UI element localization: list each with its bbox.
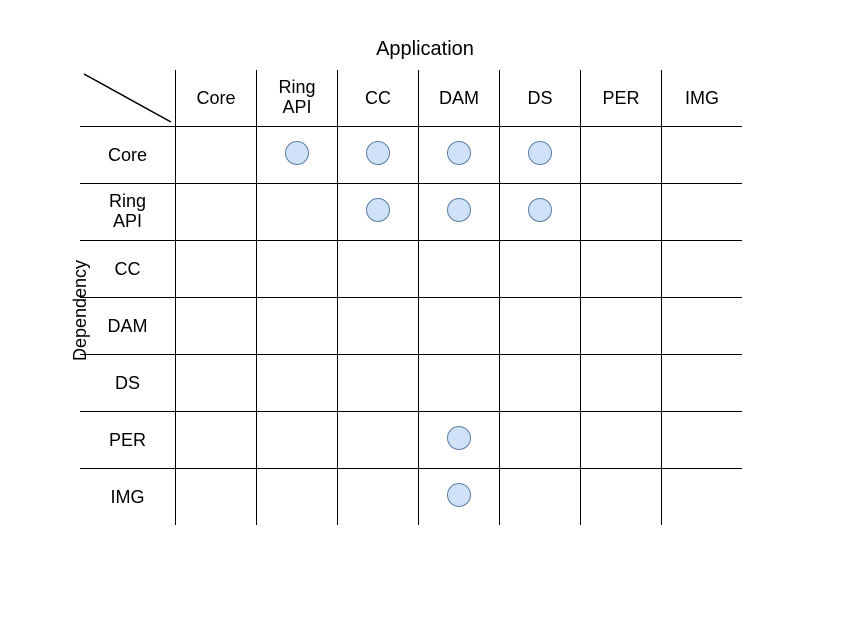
table-row: CC — [80, 241, 742, 298]
matrix-table: Core RingAPI CC DAM DS PER IMG CoreRingA… — [80, 70, 742, 525]
matrix-cell — [662, 184, 743, 241]
row-header: PER — [80, 412, 176, 469]
table-row: DS — [80, 355, 742, 412]
matrix-cell — [662, 241, 743, 298]
header-row: Core RingAPI CC DAM DS PER IMG — [80, 70, 742, 127]
matrix-cell — [581, 469, 662, 526]
col-header: Core — [176, 70, 257, 127]
matrix-cell — [419, 412, 500, 469]
corner-cell — [80, 70, 176, 127]
col-header: IMG — [662, 70, 743, 127]
table-row: PER — [80, 412, 742, 469]
matrix-cell — [176, 469, 257, 526]
col-label: Core — [196, 88, 235, 108]
matrix-cell — [419, 469, 500, 526]
matrix-cell — [257, 412, 338, 469]
dependency-dot-icon — [447, 483, 471, 507]
matrix-cell — [419, 355, 500, 412]
col-header: RingAPI — [257, 70, 338, 127]
matrix-cell — [176, 298, 257, 355]
matrix-cell — [338, 298, 419, 355]
matrix-cell — [257, 469, 338, 526]
row-header: IMG — [80, 469, 176, 526]
matrix-cell — [176, 184, 257, 241]
col-header: PER — [581, 70, 662, 127]
matrix-cell — [581, 298, 662, 355]
matrix-cell — [662, 298, 743, 355]
col-label: CC — [365, 88, 391, 108]
row-header: CC — [80, 241, 176, 298]
matrix-cell — [581, 412, 662, 469]
matrix-cell — [338, 469, 419, 526]
matrix-cell — [257, 355, 338, 412]
matrix-cell — [500, 184, 581, 241]
col-label: DAM — [439, 88, 479, 108]
dependency-dot-icon — [366, 141, 390, 165]
matrix-cell — [257, 184, 338, 241]
col-label: IMG — [685, 88, 719, 108]
row-header: DAM — [80, 298, 176, 355]
col-label: PER — [602, 88, 639, 108]
matrix-cell — [338, 184, 419, 241]
col-header: DAM — [419, 70, 500, 127]
matrix-grid: Core RingAPI CC DAM DS PER IMG CoreRingA… — [80, 70, 742, 525]
matrix-cell — [662, 412, 743, 469]
matrix-cell — [338, 412, 419, 469]
application-title: Application — [0, 38, 850, 61]
diagonal-line-icon — [80, 70, 175, 126]
matrix-cell — [581, 184, 662, 241]
matrix-cell — [581, 127, 662, 184]
table-row: DAM — [80, 298, 742, 355]
matrix-cell — [176, 127, 257, 184]
matrix-cell — [581, 241, 662, 298]
matrix-cell — [176, 412, 257, 469]
matrix-cell — [419, 241, 500, 298]
matrix-cell — [500, 241, 581, 298]
dependency-dot-icon — [285, 141, 309, 165]
matrix-cell — [257, 298, 338, 355]
dependency-dot-icon — [528, 198, 552, 222]
col-label: DS — [527, 88, 552, 108]
row-header: Core — [80, 127, 176, 184]
matrix-cell — [662, 127, 743, 184]
matrix-cell — [419, 184, 500, 241]
matrix-cell — [338, 355, 419, 412]
table-row: RingAPI — [80, 184, 742, 241]
matrix-cell — [338, 127, 419, 184]
matrix-cell — [338, 241, 419, 298]
dependency-dot-icon — [447, 426, 471, 450]
matrix-cell — [419, 127, 500, 184]
row-header: DS — [80, 355, 176, 412]
table-row: IMG — [80, 469, 742, 526]
matrix-cell — [500, 355, 581, 412]
matrix-cell — [500, 469, 581, 526]
col-header: DS — [500, 70, 581, 127]
dependency-dot-icon — [366, 198, 390, 222]
col-label: RingAPI — [278, 77, 315, 117]
matrix-cell — [581, 355, 662, 412]
matrix-cell — [500, 298, 581, 355]
matrix-cell — [257, 127, 338, 184]
matrix-cell — [662, 355, 743, 412]
matrix-cell — [500, 412, 581, 469]
col-header: CC — [338, 70, 419, 127]
matrix-cell — [500, 127, 581, 184]
row-header: RingAPI — [80, 184, 176, 241]
matrix-diagram: Application Dependency Core RingAPI CC D… — [0, 0, 850, 634]
dependency-dot-icon — [528, 141, 552, 165]
matrix-cell — [176, 241, 257, 298]
matrix-cell — [257, 241, 338, 298]
matrix-cell — [176, 355, 257, 412]
dependency-dot-icon — [447, 141, 471, 165]
matrix-body: CoreRingAPICCDAMDSPERIMG — [80, 127, 742, 526]
matrix-cell — [662, 469, 743, 526]
table-row: Core — [80, 127, 742, 184]
matrix-cell — [419, 298, 500, 355]
dependency-dot-icon — [447, 198, 471, 222]
